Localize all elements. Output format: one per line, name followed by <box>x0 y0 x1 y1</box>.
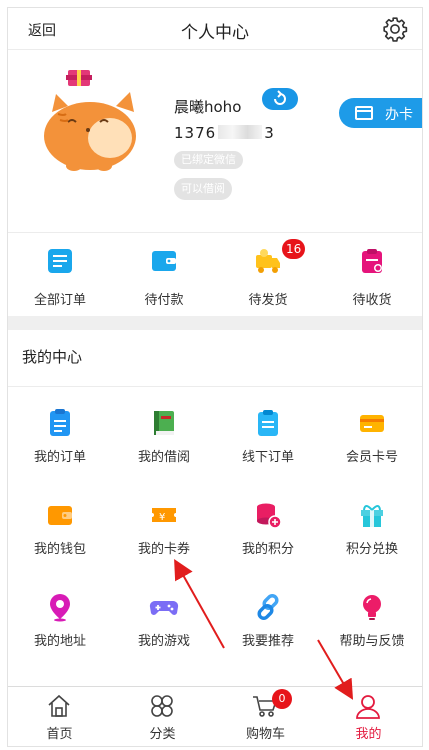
center-item-member-card[interactable]: 会员卡号 <box>320 394 422 474</box>
center-item-my-points[interactable]: 我的积分 <box>216 486 320 566</box>
center-label: 我的借阅 <box>137 450 190 465</box>
profile-section: 晨曦hoho 1376 3 已绑定微信 可以借阅 办卡 <box>8 50 422 232</box>
coupon-icon: ¥ <box>152 508 176 523</box>
center-item-my-address[interactable]: 我的地址 <box>8 578 112 658</box>
center-item-offline-orders[interactable]: 线下订单 <box>216 394 320 474</box>
center-label: 帮助与反馈 <box>339 634 405 649</box>
phone-prefix: 1376 <box>174 124 217 142</box>
center-label: 我的游戏 <box>137 634 190 649</box>
avatar[interactable] <box>38 66 150 178</box>
app-frame: 返回 个人中心 晨曦hoho 1376 3 已绑定微信 可以借阅 办卡 全部订单… <box>7 7 423 747</box>
center-label: 我的钱包 <box>33 542 86 557</box>
order-list-icon <box>50 409 70 436</box>
gamepad-icon <box>149 600 179 615</box>
center-item-my-games[interactable]: 我的游戏 <box>112 578 216 658</box>
username: 晨曦hoho <box>174 98 242 116</box>
center-label: 我的卡券 <box>137 542 190 557</box>
bottom-tab-bar: 首页 分类 0 购物车 我的 <box>8 686 422 746</box>
to-ship-count-badge: 16 <box>282 239 306 259</box>
delivery-truck-icon <box>256 249 280 273</box>
center-item-my-orders[interactable]: 我的订单 <box>8 394 112 474</box>
member-card-icon <box>360 415 384 432</box>
book-icon <box>154 411 174 435</box>
tab-label: 购物车 <box>245 727 285 742</box>
order-unpaid[interactable]: 待付款 <box>112 233 216 317</box>
center-label: 我的地址 <box>33 634 86 649</box>
apply-card-button[interactable]: 办卡 <box>339 98 422 128</box>
apply-card-label: 办卡 <box>385 107 413 123</box>
center-label: 积分兑换 <box>345 542 398 557</box>
phone-suffix: 3 <box>264 124 275 142</box>
borrow-status-badge: 可以借阅 <box>174 178 232 200</box>
top-nav-bar: 返回 个人中心 <box>8 8 422 50</box>
home-icon <box>48 694 70 717</box>
center-label: 我要推荐 <box>241 634 294 649</box>
center-item-recommend[interactable]: 我要推荐 <box>216 578 320 658</box>
all-orders-icon <box>48 249 72 273</box>
order-to-ship-label: 待发货 <box>248 293 288 308</box>
center-label: 线下订单 <box>241 450 294 465</box>
center-item-my-borrow[interactable]: 我的借阅 <box>112 394 216 474</box>
center-item-my-wallet[interactable]: 我的钱包 <box>8 486 112 566</box>
points-icon <box>257 503 282 529</box>
tab-cart[interactable]: 0 购物车 <box>214 687 317 746</box>
section-divider <box>8 316 422 330</box>
order-to-ship[interactable]: 16 待发货 <box>216 233 320 317</box>
phone-mask <box>218 125 263 139</box>
refresh-icon <box>274 90 286 105</box>
wechat-bound-badge: 已绑定微信 <box>174 151 243 169</box>
location-icon <box>50 594 70 622</box>
svg-text:¥: ¥ <box>159 512 165 523</box>
offline-order-icon <box>258 410 278 436</box>
refresh-button[interactable] <box>262 88 298 110</box>
clipboard-icon <box>362 249 382 273</box>
card-icon <box>355 106 373 120</box>
category-icon <box>151 695 173 717</box>
user-icon <box>356 695 380 719</box>
wallet-icon <box>152 251 176 271</box>
gift-icon <box>361 505 383 527</box>
tab-category[interactable]: 分类 <box>111 687 214 746</box>
page-title: 个人中心 <box>181 23 249 43</box>
tab-label: 我的 <box>355 727 382 742</box>
wallet-icon <box>48 506 72 525</box>
gear-icon[interactable] <box>382 16 408 42</box>
center-item-my-coupons[interactable]: ¥ 我的卡券 <box>112 486 216 566</box>
center-label: 会员卡号 <box>345 450 398 465</box>
tab-label: 首页 <box>46 727 73 742</box>
order-all-label: 全部订单 <box>33 293 86 308</box>
center-label: 我的订单 <box>33 450 86 465</box>
order-to-receive-label: 待收货 <box>352 293 392 308</box>
cart-count-badge: 0 <box>272 689 292 709</box>
center-divider <box>8 386 422 387</box>
tab-label: 分类 <box>149 727 176 742</box>
order-to-receive[interactable]: 待收货 <box>320 233 422 317</box>
tab-home[interactable]: 首页 <box>8 687 111 746</box>
phone-number: 1376 3 <box>174 124 275 142</box>
lightbulb-icon <box>363 595 381 620</box>
link-icon <box>257 593 279 621</box>
center-title: 我的中心 <box>22 348 83 366</box>
order-unpaid-label: 待付款 <box>144 293 184 308</box>
center-label: 我的积分 <box>241 542 294 557</box>
order-shortcuts: 全部订单 待付款 16 待发货 待收货 <box>8 232 422 316</box>
order-all[interactable]: 全部订单 <box>8 233 112 317</box>
center-item-help-feedback[interactable]: 帮助与反馈 <box>320 578 422 658</box>
center-item-points-exchange[interactable]: 积分兑换 <box>320 486 422 566</box>
tab-mine[interactable]: 我的 <box>317 687 420 746</box>
